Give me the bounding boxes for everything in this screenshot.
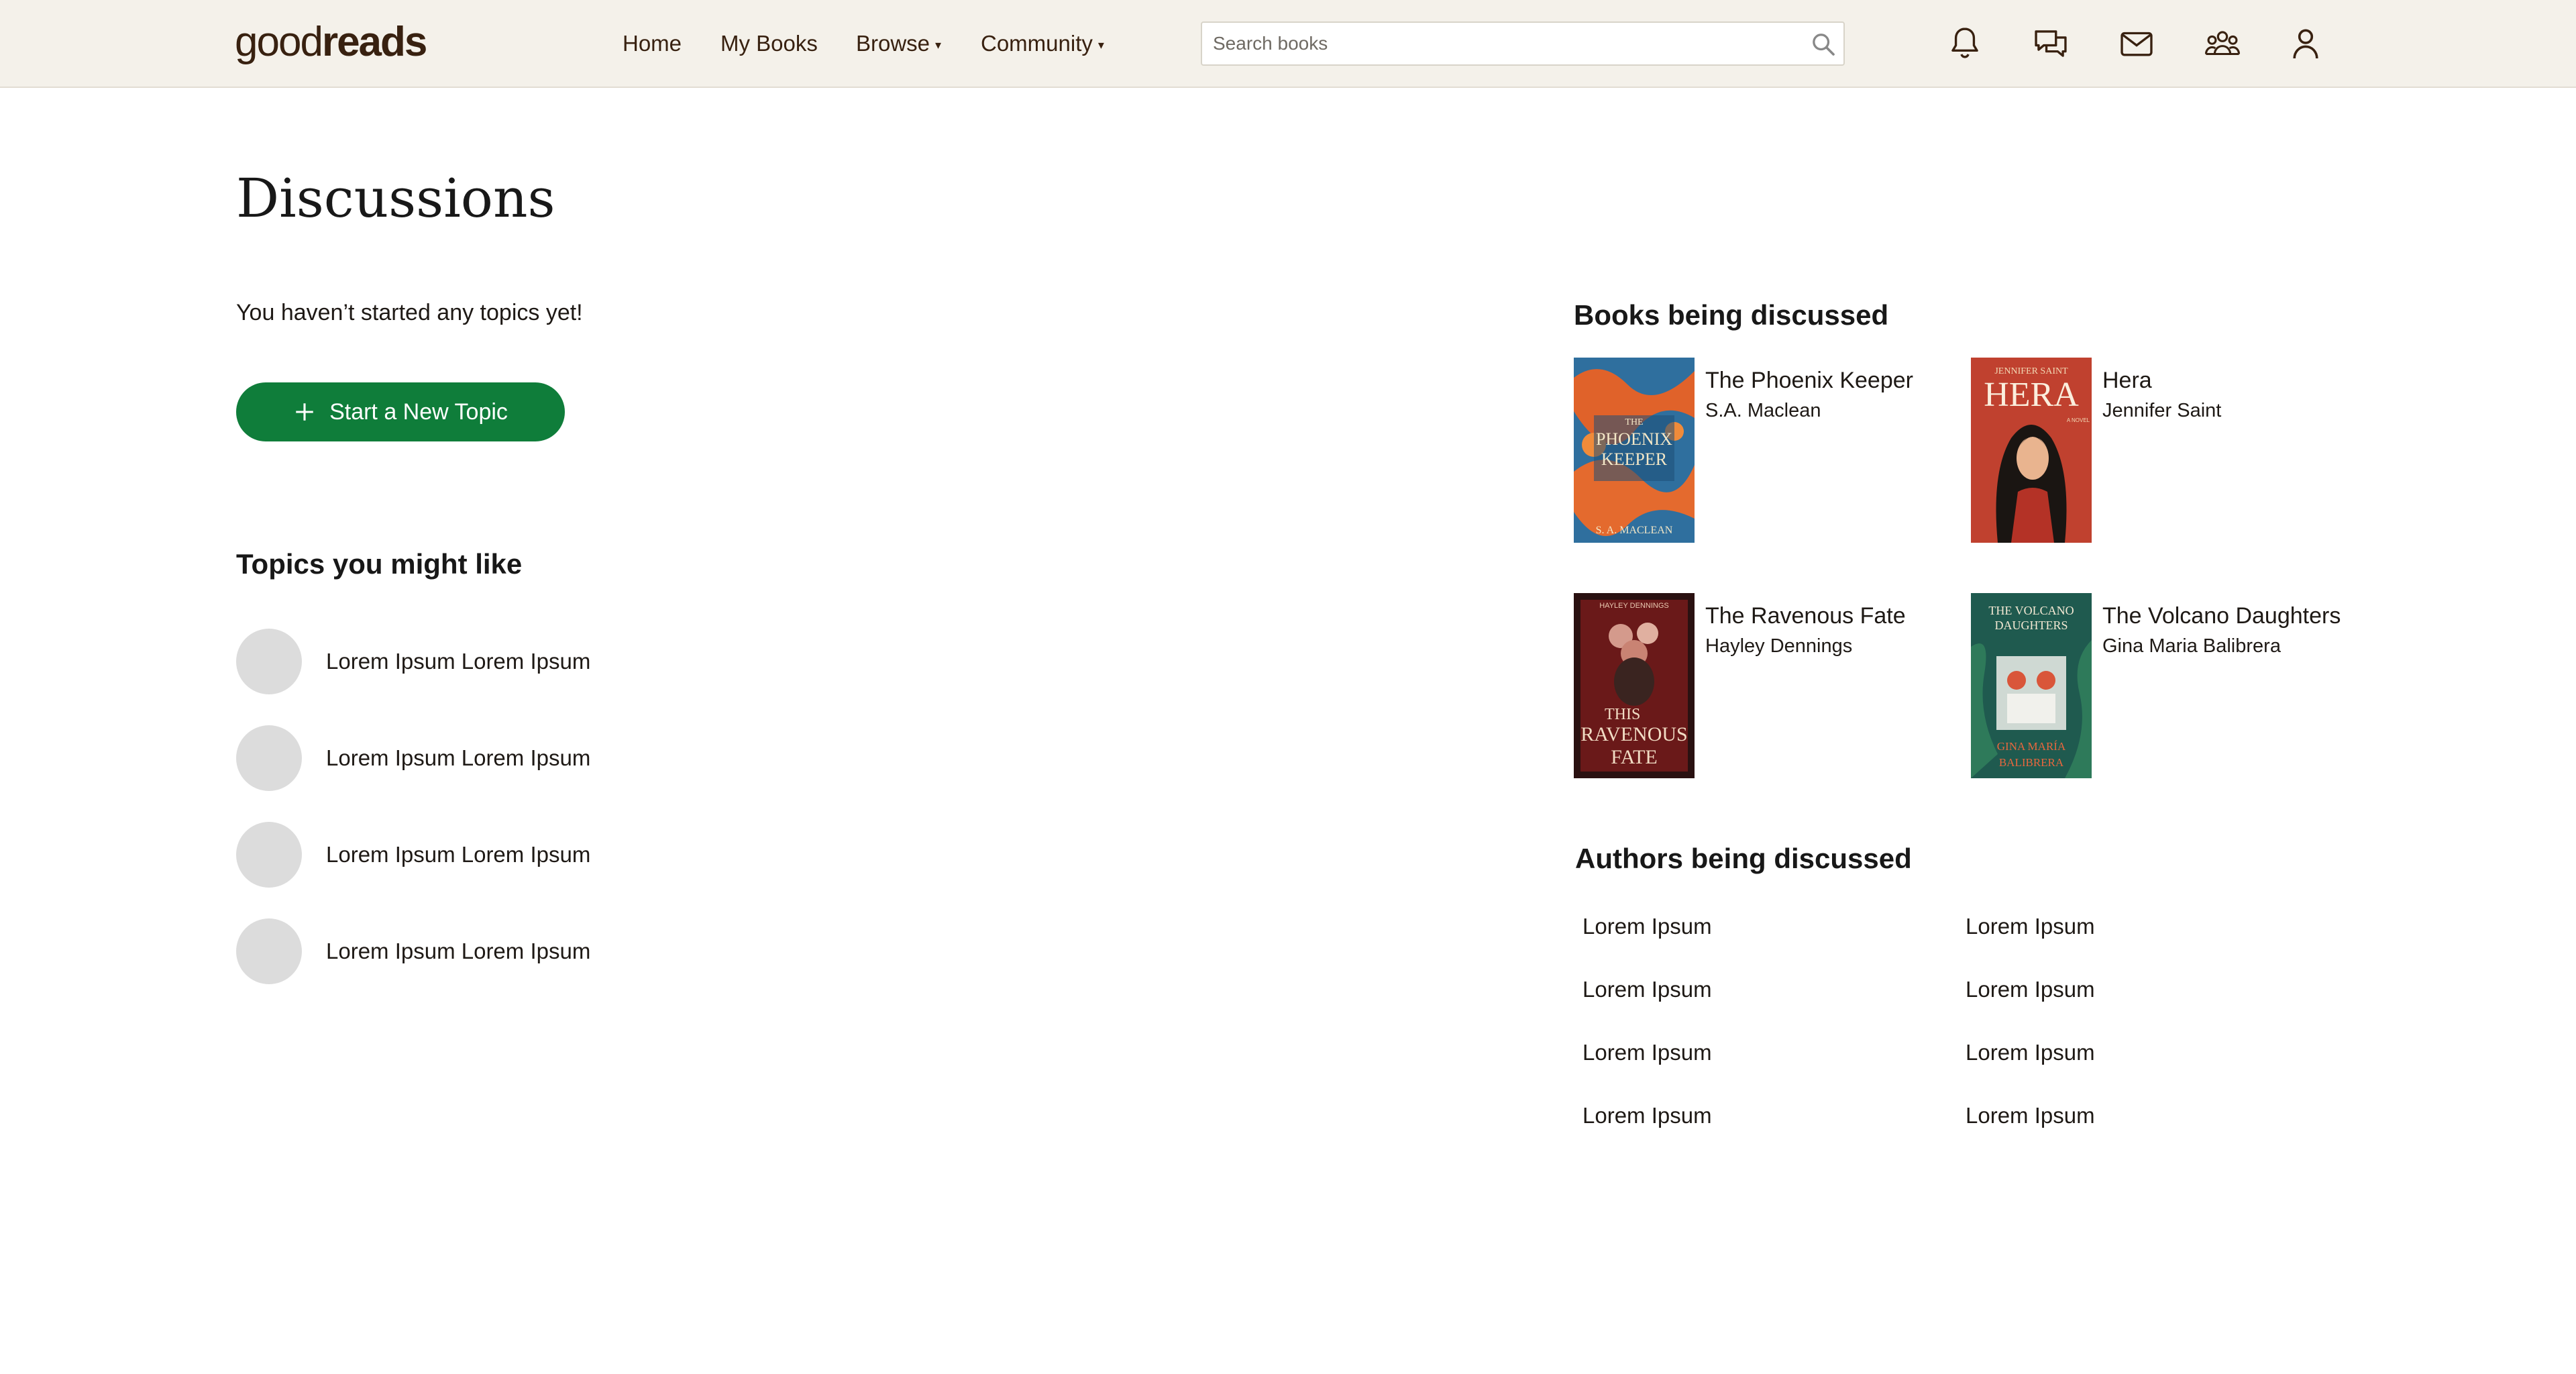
topic-list-item[interactable]: Lorem Ipsum Lorem Ipsum — [236, 629, 706, 696]
nav-community-label: Community — [981, 31, 1093, 56]
author-link[interactable]: Lorem Ipsum — [1582, 912, 1712, 941]
goodreads-logo[interactable]: goodreads — [235, 17, 427, 67]
author-link[interactable]: Lorem Ipsum — [1582, 1039, 1712, 1067]
cover-text: GINA MARÍA — [1997, 740, 2066, 753]
cover-text: JENNIFER SAINT — [1994, 366, 2068, 376]
author-link[interactable]: Lorem Ipsum — [1966, 975, 2095, 1004]
cover-text: BALIBRERA — [1999, 756, 2064, 769]
books-heading: Books being discussed — [1574, 299, 1889, 331]
plus-icon — [296, 403, 313, 421]
cover-text: THE — [1625, 417, 1643, 427]
topic-label: Lorem Ipsum Lorem Ipsum — [326, 649, 591, 674]
topic-list-item[interactable]: Lorem Ipsum Lorem Ipsum — [236, 918, 706, 986]
friends-icon[interactable] — [2202, 23, 2243, 64]
author-link[interactable]: Lorem Ipsum — [1582, 1102, 1712, 1130]
book-cover-ravenous-fate[interactable]: HAYLEY DENNINGS THIS RAVENOUS FATE — [1574, 593, 1695, 778]
book-author-link[interactable]: Hayley Dennings — [1705, 633, 1852, 659]
book-cover-hera[interactable]: JENNIFER SAINT HERA A NOVEL — [1971, 358, 2092, 543]
book-card: HAYLEY DENNINGS THIS RAVENOUS FATE The R… — [1574, 593, 1949, 781]
cover-text: A NOVEL — [2067, 417, 2090, 423]
no-topics-message: You haven’t started any topics yet! — [236, 300, 583, 325]
cover-text: HAYLEY DENNINGS — [1599, 602, 1669, 610]
book-title-link[interactable]: The Ravenous Fate — [1705, 601, 1906, 631]
book-title-link[interactable]: The Volcano Daughters — [2102, 601, 2341, 631]
author-link[interactable]: Lorem Ipsum — [1582, 975, 1712, 1004]
mail-icon[interactable] — [2116, 23, 2157, 64]
topic-label: Lorem Ipsum Lorem Ipsum — [326, 939, 591, 963]
authors-heading: Authors being discussed — [1575, 843, 1912, 874]
topics-heading: Topics you might like — [236, 548, 523, 580]
book-author-link[interactable]: S.A. Maclean — [1705, 398, 1821, 423]
author-link[interactable]: Lorem Ipsum — [1966, 912, 2095, 941]
topic-avatar — [236, 629, 302, 694]
nav-community-menu[interactable]: Community ▾ — [981, 27, 1104, 60]
cover-text: THE VOLCANO — [1988, 604, 2074, 617]
cover-text: HERA — [1984, 376, 2079, 414]
book-cover-volcano-daughters[interactable]: THE VOLCANO DAUGHTERS GINA MARÍA BALIBRE… — [1971, 593, 2092, 778]
book-title-link[interactable]: Hera — [2102, 366, 2152, 395]
search-input[interactable] — [1202, 23, 1792, 64]
topic-avatar — [236, 918, 302, 984]
topic-list-item[interactable]: Lorem Ipsum Lorem Ipsum — [236, 822, 706, 889]
top-navigation-bar: goodreads Home My Books Browse ▾ Communit… — [0, 0, 2576, 88]
book-author-link[interactable]: Gina Maria Balibrera — [2102, 633, 2281, 659]
topic-label: Lorem Ipsum Lorem Ipsum — [326, 842, 591, 867]
profile-icon[interactable] — [2285, 23, 2326, 64]
cover-text: THIS — [1605, 706, 1640, 723]
cover-text: FATE — [1611, 746, 1657, 768]
author-link[interactable]: Lorem Ipsum — [1966, 1039, 2095, 1067]
logo-text-light: good — [235, 19, 323, 65]
nav-my-books-link[interactable]: My Books — [720, 27, 818, 60]
topic-avatar — [236, 725, 302, 791]
book-card: THE VOLCANO DAUGHTERS GINA MARÍA BALIBRE… — [1971, 593, 2347, 781]
author-link[interactable]: Lorem Ipsum — [1966, 1102, 2095, 1130]
cover-text: S. A. MACLEAN — [1596, 525, 1673, 536]
cover-text: DAUGHTERS — [1994, 619, 2068, 632]
book-card: JENNIFER SAINT HERA A NOVEL Hera Jennife… — [1971, 358, 2347, 545]
book-author-link[interactable]: Jennifer Saint — [2102, 398, 2221, 423]
nav-home-link[interactable]: Home — [623, 27, 682, 60]
chevron-down-icon: ▾ — [935, 38, 942, 52]
cover-text: RAVENOUS — [1580, 723, 1687, 745]
nav-browse-label: Browse — [856, 31, 930, 56]
topic-avatar — [236, 822, 302, 888]
logo-text-bold: reads — [321, 19, 427, 65]
nav-browse-menu[interactable]: Browse ▾ — [856, 27, 941, 60]
chat-icon[interactable] — [2030, 23, 2072, 64]
book-card: THE PHOENIX KEEPER S. A. MACLEAN The Pho… — [1574, 358, 1949, 545]
book-cover-phoenix-keeper[interactable]: THE PHOENIX KEEPER S. A. MACLEAN — [1574, 358, 1695, 543]
cover-text: KEEPER — [1601, 450, 1668, 469]
search-bar — [1201, 21, 1845, 66]
chevron-down-icon: ▾ — [1097, 38, 1104, 52]
start-new-topic-button[interactable]: Start a New Topic — [236, 382, 565, 441]
page-title: Discussions — [236, 167, 555, 229]
bell-icon[interactable] — [1944, 23, 1986, 64]
start-new-topic-label: Start a New Topic — [329, 399, 508, 425]
cover-text: PHOENIX — [1596, 429, 1672, 449]
topic-list-item[interactable]: Lorem Ipsum Lorem Ipsum — [236, 725, 706, 792]
search-icon[interactable] — [1810, 31, 1837, 58]
book-title-link[interactable]: The Phoenix Keeper — [1705, 366, 1913, 395]
topic-label: Lorem Ipsum Lorem Ipsum — [326, 745, 591, 770]
